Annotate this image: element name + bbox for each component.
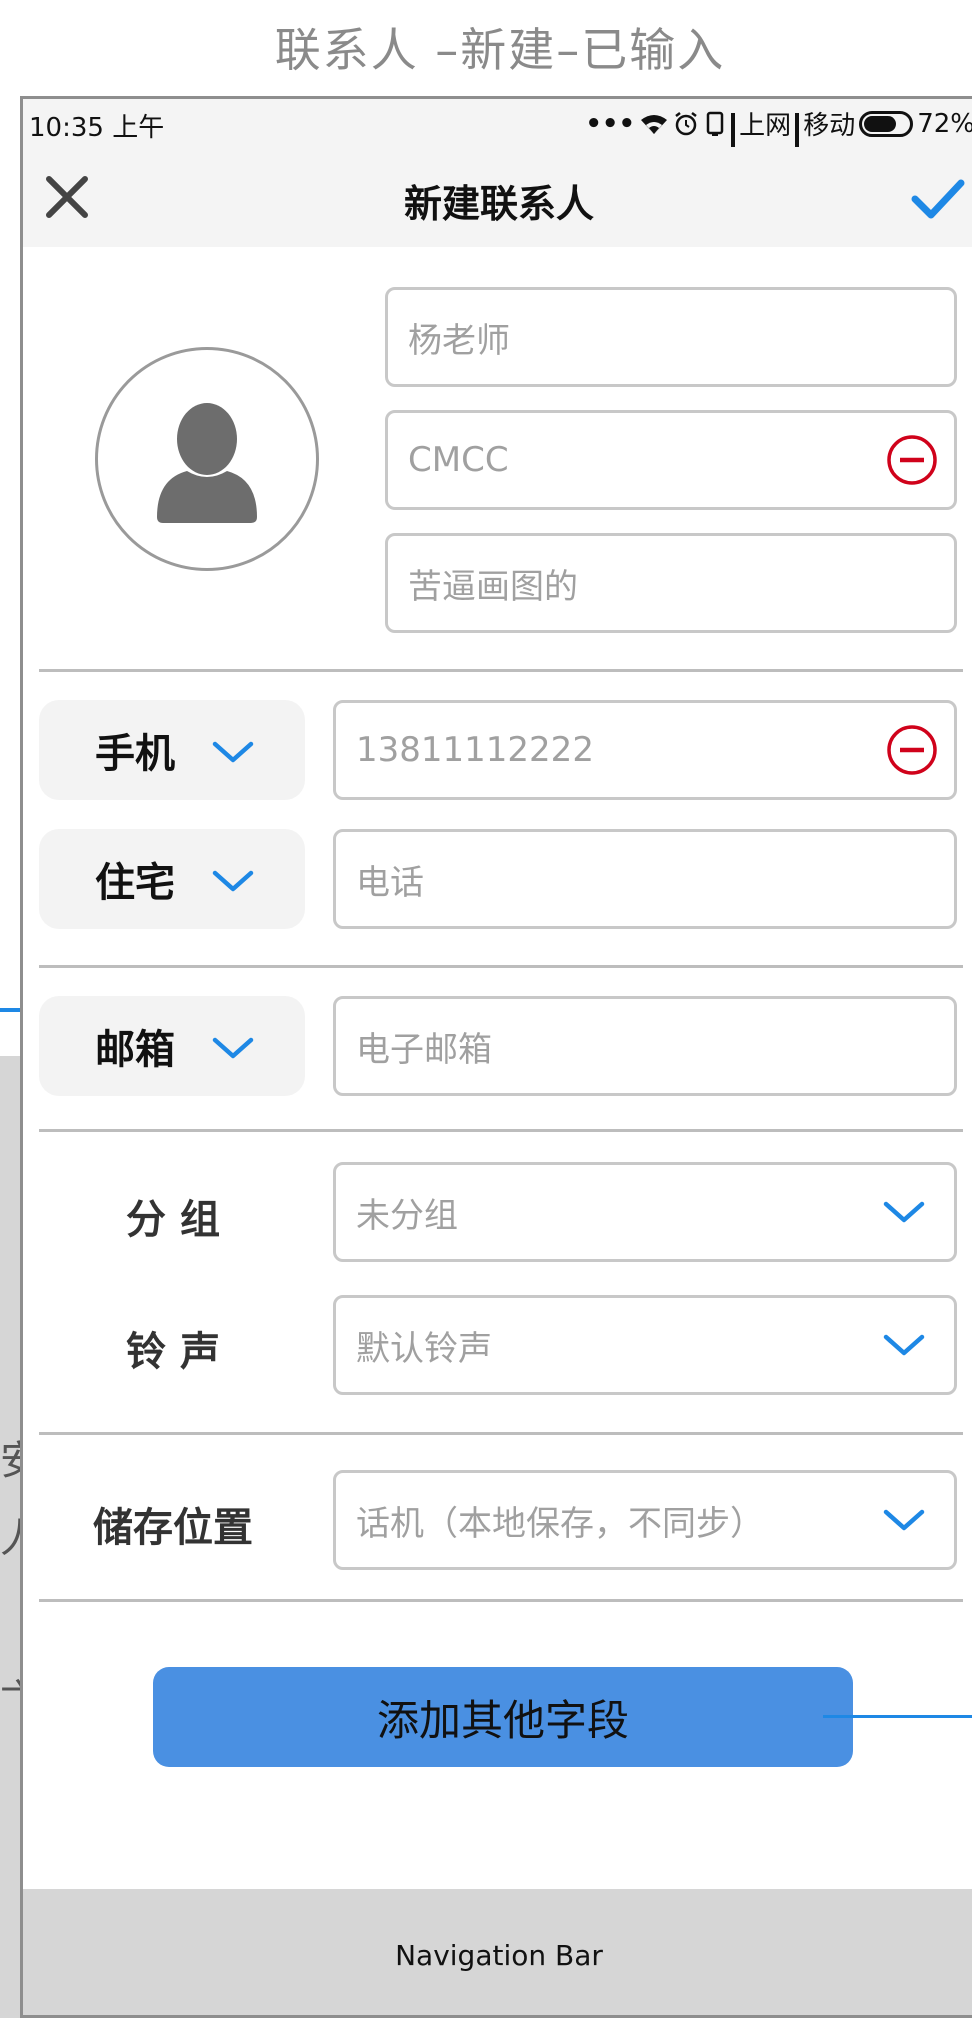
annotation-char: 刂 [0, 1598, 22, 1644]
status-icons: ••• 上网 移动 72% [585, 105, 972, 164]
divider [39, 965, 963, 968]
email-type-label: 邮箱 [95, 1027, 175, 1073]
email-type-selector[interactable]: 邮箱 [39, 996, 305, 1096]
home-phone-field[interactable]: 电话 [333, 829, 957, 929]
status-bar: 10:35 上午 ••• 上网 移动 72% [23, 99, 972, 164]
status-time: 10:35 上午 [29, 113, 165, 143]
carrier-1: 上网 [739, 111, 792, 141]
phone-screen: 10:35 上午 ••• 上网 移动 72% 新建联系人 杨老师 CMCC 苦逼… [20, 96, 972, 2018]
title-field[interactable]: 苦逼画图的 [385, 533, 957, 633]
divider [39, 1129, 963, 1132]
mobile-number-value: 13811112222 [356, 730, 594, 770]
app-bar: 新建联系人 [23, 147, 972, 247]
annotation-line [823, 1715, 972, 1718]
storage-label: 储存位置 [93, 1505, 253, 1551]
page-title: 新建联系人 [403, 182, 594, 226]
canvas: 联系人 –新建–已输入 安 人 刂 亠 10:35 上午 ••• 上网 移动 7… [0, 0, 972, 2018]
phone-type-selector[interactable]: 手机 [39, 700, 305, 800]
email-placeholder: 电子邮箱 [356, 1029, 492, 1070]
annotation-arrow [0, 1008, 22, 1012]
home-phone-placeholder: 电话 [356, 862, 424, 903]
company-value: CMCC [408, 440, 509, 480]
person-icon [157, 403, 257, 523]
carrier-2: 移动 [803, 111, 856, 141]
name-value: 杨老师 [408, 320, 510, 361]
storage-select[interactable]: 话机（本地保存，不同步） [333, 1470, 957, 1570]
phone-type-label: 手机 [95, 731, 175, 777]
group-select[interactable]: 未分组 [333, 1162, 957, 1262]
divider [39, 669, 963, 672]
alarm-icon [675, 111, 697, 135]
remove-icon[interactable] [886, 724, 938, 776]
divider [39, 1599, 963, 1602]
remove-icon[interactable] [886, 434, 938, 486]
group-value: 未分组 [356, 1195, 458, 1236]
ringtone-label: 铃 声 [126, 1329, 220, 1375]
ringtone-value: 默认铃声 [356, 1328, 492, 1369]
signal-1-icon [731, 112, 736, 164]
chevron-down-icon [212, 870, 254, 892]
signal-2-icon [795, 112, 800, 164]
annotation-char: 安 [0, 1438, 22, 1484]
add-field-button[interactable]: 添加其他字段 [153, 1667, 853, 1767]
phone-type-label: 住宅 [95, 860, 175, 906]
title-value: 苦逼画图的 [408, 566, 578, 607]
phone-type-selector[interactable]: 住宅 [39, 829, 305, 929]
company-field[interactable]: CMCC [385, 410, 957, 510]
ringtone-select[interactable]: 默认铃声 [333, 1295, 957, 1395]
more-dots-icon: ••• [585, 108, 636, 139]
chevron-down-icon [883, 1334, 925, 1356]
chevron-down-icon [883, 1509, 925, 1531]
document-title: 联系人 –新建–已输入 [274, 23, 726, 77]
name-field[interactable]: 杨老师 [385, 287, 957, 387]
email-field[interactable]: 电子邮箱 [333, 996, 957, 1096]
wifi-icon [641, 114, 668, 134]
vibrate-icon [706, 111, 724, 136]
chevron-down-icon [212, 1037, 254, 1059]
annotation-char: 亠 [0, 1676, 22, 1722]
mobile-number-field[interactable]: 13811112222 [333, 700, 957, 800]
navigation-bar: Navigation Bar [23, 1889, 972, 2015]
chevron-down-icon [212, 741, 254, 763]
chevron-down-icon [883, 1201, 925, 1223]
battery-icon [859, 110, 914, 137]
avatar[interactable] [95, 347, 319, 571]
check-icon[interactable] [909, 171, 965, 227]
group-label: 分 组 [126, 1197, 220, 1243]
battery-level: 72% [917, 108, 972, 139]
divider [39, 1432, 963, 1435]
annotation-char: 人 [0, 1516, 22, 1562]
storage-value: 话机（本地保存，不同步） [356, 1503, 764, 1544]
